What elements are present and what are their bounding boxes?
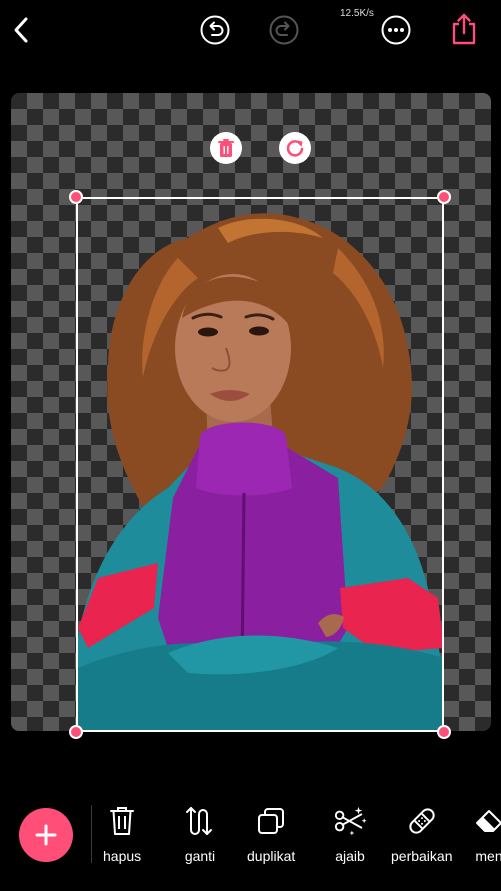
delete-layer-button[interactable] <box>210 132 242 164</box>
toolbar-divider <box>91 805 92 863</box>
rotate-icon <box>286 140 304 157</box>
eraser-icon <box>476 810 501 832</box>
trash-icon <box>218 139 234 157</box>
tool-duplikat[interactable]: duplikat <box>247 804 295 864</box>
top-toolbar: 12.5K/s <box>0 0 501 70</box>
resize-handle-bottom-left[interactable] <box>69 725 83 739</box>
magic-scissors-icon <box>334 806 367 836</box>
tool-perbaikan[interactable]: perbaikan <box>391 804 453 864</box>
more-options-button[interactable] <box>380 14 412 46</box>
tool-label: hapus <box>103 848 142 864</box>
redo-icon <box>269 15 299 45</box>
tool-ajaib[interactable]: ajaib <box>333 804 367 864</box>
trash-icon <box>110 807 135 835</box>
resize-handle-top-left[interactable] <box>69 190 83 204</box>
tool-label: ganti <box>184 848 216 864</box>
bandage-icon <box>409 808 435 834</box>
plus-icon <box>35 824 57 846</box>
tool-hapus[interactable]: hapus <box>103 804 141 864</box>
undo-button[interactable] <box>199 14 231 46</box>
chevron-left-icon <box>14 17 28 43</box>
resize-handle-bottom-right[interactable] <box>437 725 451 739</box>
bottom-toolbar: hapus ganti duplikat ajaib perbaikan men <box>0 780 501 891</box>
rotate-layer-button[interactable] <box>279 132 311 164</box>
add-button[interactable] <box>19 808 73 862</box>
network-speed-indicator: 12.5K/s <box>340 8 374 19</box>
selection-box <box>76 197 444 732</box>
tool-label: men <box>475 848 501 864</box>
tool-men[interactable]: men <box>472 804 501 864</box>
share-icon <box>452 13 476 45</box>
share-button[interactable] <box>447 10 481 48</box>
redo-button[interactable] <box>268 14 300 46</box>
tool-ganti[interactable]: ganti <box>183 804 217 864</box>
tool-label: perbaikan <box>391 848 453 864</box>
swap-arrows-icon <box>186 807 212 835</box>
more-dots-icon <box>381 15 411 45</box>
resize-handle-top-right[interactable] <box>437 190 451 204</box>
duplicate-icon <box>258 808 285 834</box>
back-button[interactable] <box>6 12 36 48</box>
tool-label: ajaib <box>335 848 365 864</box>
undo-icon <box>200 15 230 45</box>
tool-label: duplikat <box>247 848 296 864</box>
